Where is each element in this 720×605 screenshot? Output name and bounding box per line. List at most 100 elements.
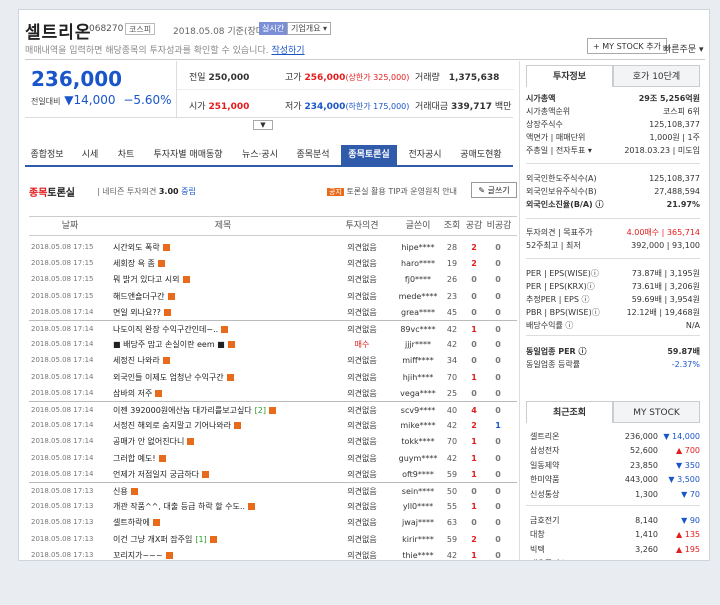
tab-overview[interactable]: 종합정보	[25, 145, 69, 165]
table-row[interactable]: 2018.05.08 17:14 공매가 안 없어진다니 의견없음 tokk**** 7…	[29, 433, 517, 450]
post-title[interactable]: 공매가 안 없어진다니	[113, 433, 333, 450]
company-overview-button[interactable]: 기업개요 ▾	[287, 22, 331, 35]
post-date: 2018.05.08 17:14	[31, 356, 94, 365]
post-title[interactable]: 뭐 밝거 있다고 시외	[113, 271, 333, 288]
post-author[interactable]: jwaj****	[395, 514, 441, 531]
post-title[interactable]: 언제가 저점일지 궁금하다	[113, 466, 333, 483]
post-title[interactable]: 외국인들 이제도 엄청난 수익구간	[113, 369, 333, 386]
table-row[interactable]: 2018.05.08 17:14 서정진 해외로 숨지말고 기어나와라 의견없음 mi…	[29, 417, 517, 434]
table-row[interactable]: 2018.05.08 17:14 그러합 예도! 의견없음 guym**** 42 1 0	[29, 450, 517, 467]
tab-discussion[interactable]: 종목토론실	[341, 145, 397, 165]
post-author[interactable]: guym****	[395, 450, 441, 467]
post-date: 2018.05.08 17:15	[31, 259, 94, 268]
tab-investor-trend[interactable]: 투자자별 매매동향	[145, 145, 231, 165]
recent-stock-row[interactable]: 대창 1,410 ▲ 135	[526, 527, 700, 542]
table-row[interactable]: 2018.05.08 17:15 뭐 밝거 있다고 시외 의견없음 fj0**** 26…	[29, 271, 517, 288]
info-label: PER | EPS(WISE)ⓘ	[526, 269, 599, 278]
post-author[interactable]: hipe****	[395, 239, 441, 256]
recent-stock-row[interactable]: 한미약품 443,000 ▼ 3,500	[526, 472, 700, 487]
post-title[interactable]: 이건 그냥 개X퍼 잡주임 [1]	[113, 531, 333, 548]
tab-order-book[interactable]: 호가 10단계	[613, 65, 700, 87]
post-title[interactable]: 그러합 예도!	[113, 450, 333, 467]
post-likes: 1	[471, 502, 477, 512]
post-title[interactable]: 꼬리지가~~~	[113, 547, 333, 560]
realtime-button[interactable]: 실시간	[259, 22, 288, 35]
recent-stock-row[interactable]: 빅텍 3,260 ▲ 195	[526, 542, 700, 557]
table-row[interactable]: 2018.05.08 17:13 신용 의견없음 sein**** 50 0 0	[29, 482, 517, 499]
table-row[interactable]: 2018.05.08 17:14 면일 외나요?? 의견없음 grea**** 45 0 0	[29, 304, 517, 321]
chevron-down-icon[interactable]: ▼	[253, 120, 273, 130]
post-views: 26	[446, 275, 458, 285]
post-title[interactable]: 서정진 해외로 숨지말고 기어나와라	[113, 417, 333, 434]
post-author[interactable]: mike****	[395, 417, 441, 434]
post-author[interactable]: kirir****	[395, 531, 441, 548]
table-row[interactable]: 2018.05.08 17:14 세정진 나와라 의견없음 miff**** 34 0 0	[29, 352, 517, 369]
tab-chart[interactable]: 차트	[111, 145, 141, 165]
post-author[interactable]: miff****	[395, 352, 441, 369]
tab-quote[interactable]: 시세	[73, 145, 107, 165]
table-row[interactable]: 2018.05.08 17:14 외국인들 이제도 엄청난 수익구간 의견없음 hji…	[29, 369, 517, 386]
tab-recent[interactable]: 최근조회	[526, 401, 613, 423]
table-row[interactable]: 2018.05.08 17:13 꼬리지가~~~ 의견없음 thie**** 42 1 0	[29, 547, 517, 560]
write-record-link[interactable]: 작성하기	[271, 46, 304, 56]
post-views: 70	[446, 372, 458, 382]
post-author[interactable]: mede****	[395, 288, 441, 305]
tab-news[interactable]: 뉴스·공시	[233, 145, 287, 165]
recent-stock-row[interactable]: 삼성전자 52,600 ▲ 700	[526, 443, 700, 458]
post-dislikes: 0	[495, 291, 501, 301]
recent-stock-row[interactable]: 셀트리온 236,000 ▼ 14,000	[526, 429, 700, 444]
tab-mystock[interactable]: MY STOCK	[613, 401, 700, 423]
change-percent: −5.60%	[123, 93, 172, 107]
post-author[interactable]: jjjr****	[395, 336, 441, 353]
table-row[interactable]: 2018.05.08 17:15 시간외도 폭락 의견없음 hipe**** 28 2 0	[29, 239, 517, 256]
board-notice[interactable]: 공지 토론실 활용 TIP과 운영원칙 안내	[327, 186, 457, 197]
add-mystock-button[interactable]: + MY STOCK 추가	[587, 38, 667, 54]
info-tabs: 투자정보 호가 10단계	[526, 65, 700, 87]
table-row[interactable]: 2018.05.08 17:14 언제가 저점일지 궁금하다 의견없음 oft9***…	[29, 466, 517, 483]
recent-stock-price: 443,000	[624, 475, 658, 485]
recent-stock-row[interactable]: 일동제약 23,850 ▼ 350	[526, 458, 700, 473]
table-row[interactable]: 2018.05.08 17:14 나도이직 완장 수익구간인데~.. 의견없음 89v…	[29, 320, 517, 337]
post-author[interactable]: thie****	[395, 547, 441, 560]
new-post-icon	[155, 389, 163, 397]
tab-analysis[interactable]: 종목분석	[289, 145, 337, 165]
post-dislikes: 0	[495, 275, 501, 285]
table-row[interactable]: 2018.05.08 17:13 셀트하락에 의견없음 jwaj**** 63 0 0	[29, 514, 517, 531]
post-author[interactable]: yll0****	[395, 498, 441, 515]
post-author[interactable]: haro****	[395, 255, 441, 272]
table-row[interactable]: 2018.05.08 17:13 개관 작품^^, 대출 등급 하락 할 수도..…	[29, 498, 517, 515]
table-row[interactable]: 2018.05.08 17:15 세회장 욕 좀 의견없음 haro**** 19 2 0	[29, 255, 517, 272]
table-row[interactable]: 2018.05.08 17:14 ■ 배당주 맘고 손실이란 eem ■ 매수 jjj…	[29, 336, 517, 353]
tab-investment-info[interactable]: 투자정보	[526, 65, 613, 87]
quick-order-button[interactable]: 빠른주문 ▾	[663, 42, 704, 55]
post-author[interactable]: fj0****	[395, 271, 441, 288]
table-row[interactable]: 2018.05.08 17:13 이건 그냥 개X퍼 잡주임 [1] 의견없음 kiri…	[29, 531, 517, 548]
post-title[interactable]: 시간외도 폭락	[113, 239, 333, 256]
table-row[interactable]: 2018.05.08 17:14 이젠 392000원에산놈 대가리를보고싶다 [2…	[29, 401, 517, 418]
post-title[interactable]: 해드앤숄더구간	[113, 288, 333, 305]
post-title[interactable]: 세회장 욕 좀	[113, 255, 333, 272]
post-title[interactable]: 삼바의 저주	[113, 385, 333, 402]
new-post-icon	[130, 488, 138, 495]
post-views: 42	[446, 453, 458, 463]
write-post-button[interactable]: ✎ 글쓰기	[471, 182, 517, 198]
col-opinion: 투자의견	[345, 221, 379, 231]
post-title[interactable]: ■ 배당주 맘고 손실이란 eem ■	[113, 336, 333, 353]
description-text: 매매내역을 입력하면 해당종목의 투자성과를 확인할 수 있습니다.	[25, 46, 269, 56]
post-author[interactable]: vega****	[395, 385, 441, 402]
post-title[interactable]: 개관 작품^^, 대출 등급 하락 할 수도..	[113, 498, 333, 515]
post-author[interactable]: grea****	[395, 304, 441, 321]
recent-stock-row[interactable]: 신성통상 1,300 ▼ 70	[526, 487, 700, 502]
recent-stock-row[interactable]: 금호전기 8,140 ▼ 90	[526, 513, 700, 528]
recent-stock-row[interactable]: 대유플러스 1,165 ▲ 45	[526, 556, 700, 560]
tab-disclosure[interactable]: 전자공시	[401, 145, 449, 165]
table-row[interactable]: 2018.05.08 17:15 해드앤숄더구간 의견없음 mede**** 23 0 0	[29, 288, 517, 305]
tab-short-selling[interactable]: 공매도현황	[453, 145, 509, 165]
post-author[interactable]: hjih****	[395, 369, 441, 386]
table-row[interactable]: 2018.05.08 17:14 삼바의 저주 의견없음 vega**** 25 0 0	[29, 385, 517, 402]
post-author[interactable]: oft9****	[395, 466, 441, 483]
post-author[interactable]: tokk****	[395, 433, 441, 450]
post-title[interactable]: 셀트하락에	[113, 514, 333, 531]
post-title[interactable]: 면일 외나요??	[113, 304, 333, 321]
post-title[interactable]: 세정진 나와라	[113, 352, 333, 369]
